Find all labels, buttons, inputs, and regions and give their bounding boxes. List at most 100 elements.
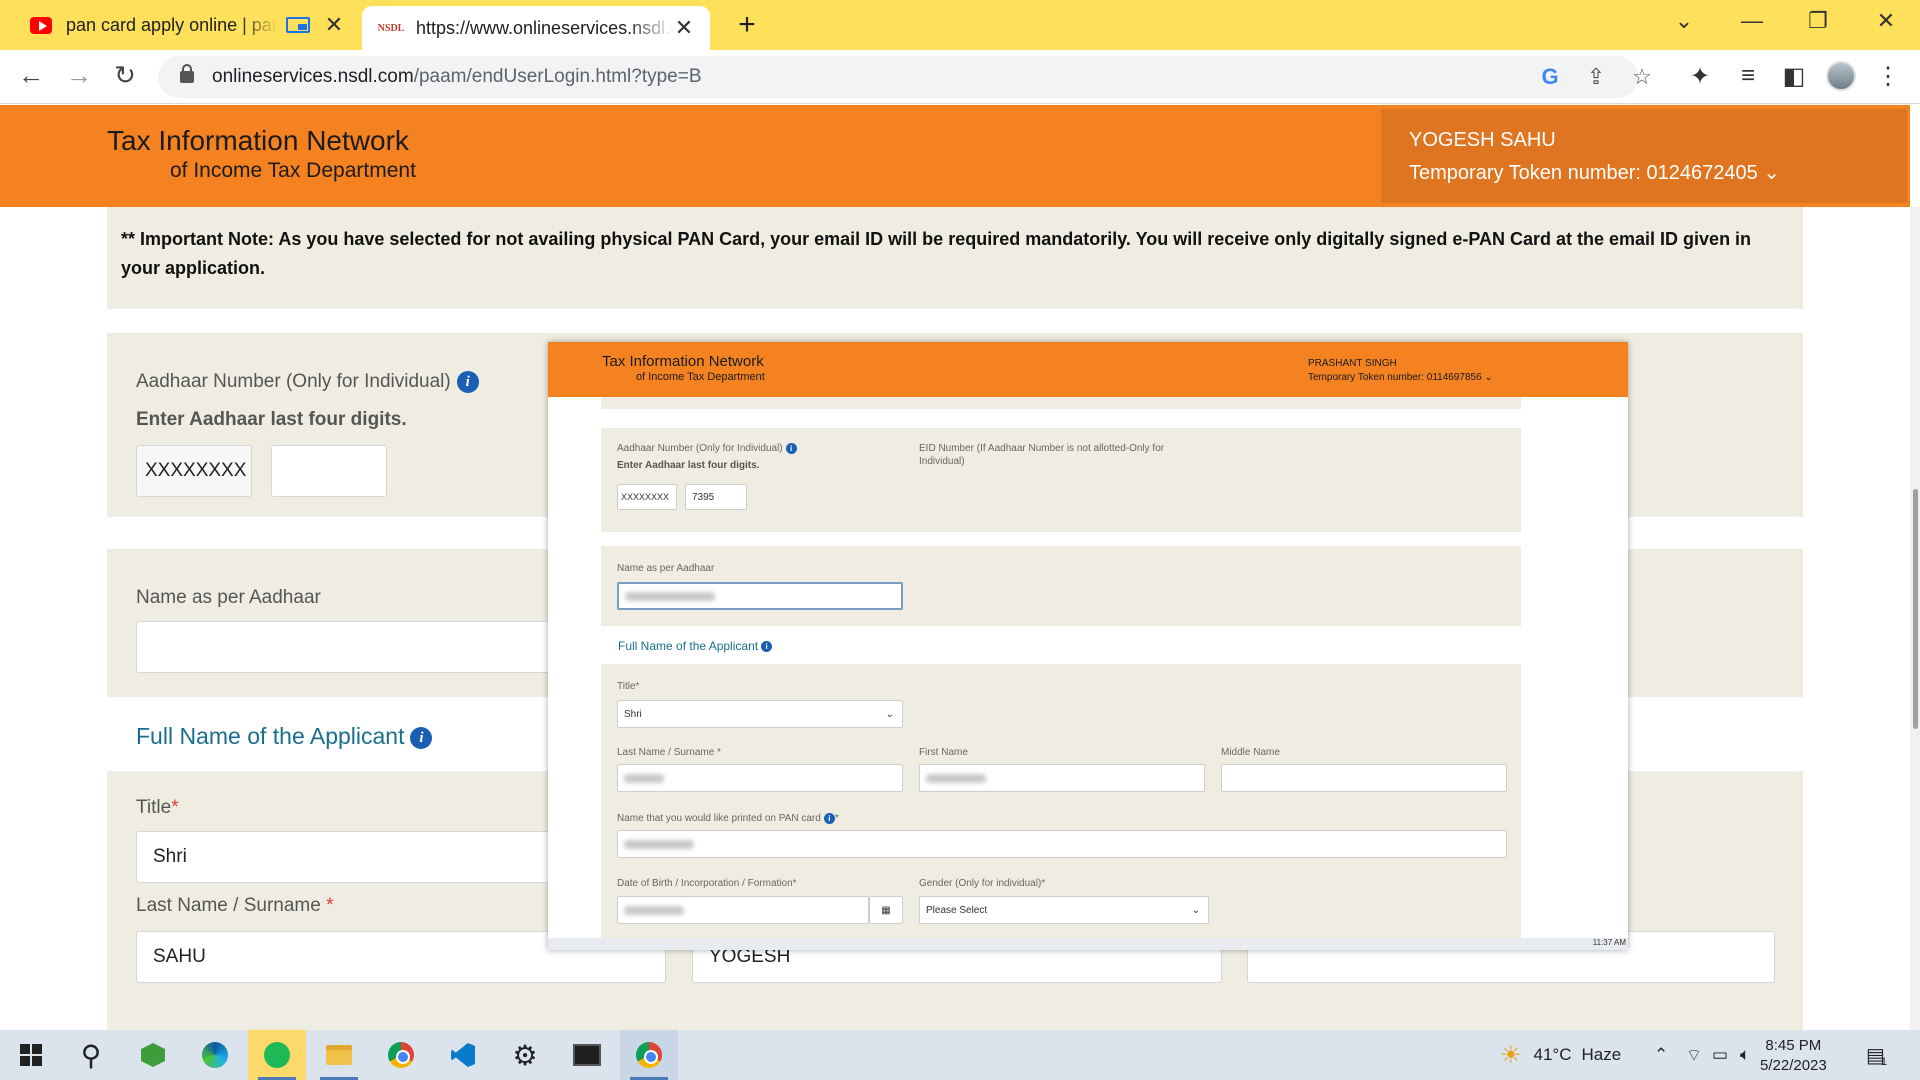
tray-chevron-icon[interactable]: ⌃: [1654, 1030, 1668, 1080]
overlay-dob-input: [617, 896, 869, 924]
chrome-icon[interactable]: [372, 1030, 430, 1080]
user-menu[interactable]: YOGESH SAHU Temporary Token number: 0124…: [1381, 109, 1907, 203]
chrome-profile-icon[interactable]: [620, 1030, 678, 1080]
close-tab-icon[interactable]: ✕: [674, 15, 694, 41]
address-bar[interactable]: onlineservices.nsdl.com/paam/endUserLogi…: [158, 56, 1652, 98]
reload-icon[interactable]: ↻: [108, 60, 142, 91]
search-icon[interactable]: ⚲: [62, 1030, 120, 1080]
profile-avatar[interactable]: [1826, 61, 1856, 91]
media-control-icon[interactable]: ≡: [1732, 62, 1764, 90]
notification-count: 1: [1880, 1056, 1888, 1068]
new-tab-button[interactable]: +: [730, 8, 764, 42]
site-logo-subtitle: of Income Tax Department: [170, 159, 416, 182]
back-icon[interactable]: ←: [14, 60, 48, 91]
overlay-print-name-label: Name that you would like printed on PAN …: [617, 812, 839, 824]
browser-toolbar: ← → ↻ onlineservices.nsdl.com/paam/endUs…: [0, 50, 1920, 104]
youtube-icon: [30, 16, 52, 34]
scroll-thumb[interactable]: [1913, 489, 1918, 729]
token-number[interactable]: Temporary Token number: 0124672405 ⌄: [1409, 160, 1879, 185]
clock-time: 8:45 PM: [1765, 1037, 1822, 1054]
lock-icon[interactable]: [180, 64, 194, 83]
overlay-full-name-title: Full Name of the Applicant i: [618, 639, 773, 653]
overlay-user-name: PRASHANT SINGH: [1308, 358, 1397, 369]
overlay-title-value: Shri: [624, 708, 642, 720]
overlay-last-name-input: [617, 764, 903, 792]
tab-youtube[interactable]: pan card apply online | pan c ✕: [0, 0, 360, 50]
wifi-icon[interactable]: ⌔: [1686, 1030, 1702, 1080]
weather-text: Haze: [1581, 1045, 1622, 1064]
name-aadhaar-label: Name as per Aadhaar: [136, 587, 321, 608]
overlay-aadhaar-hint: Enter Aadhaar last four digits.: [617, 460, 760, 471]
info-icon: i: [785, 442, 797, 454]
overlay-token: Temporary Token number: 0114697856 ⌄: [1308, 372, 1493, 383]
extensions-icon[interactable]: ✦: [1684, 62, 1716, 91]
forward-icon[interactable]: →: [62, 60, 96, 91]
overlay-last-name-label: Last Name / Surname *: [617, 747, 721, 758]
overlay-aadhaar-panel: Aadhaar Number (Only for Individual) i En…: [601, 428, 1521, 532]
url-text[interactable]: onlineservices.nsdl.com/paam/endUserLogi…: [212, 66, 702, 88]
user-name: YOGESH SAHU: [1409, 129, 1556, 151]
aadhaar-masked-field: XXXXXXXX: [136, 445, 252, 497]
weather-temp: 41°C: [1533, 1045, 1572, 1064]
overlay-middle-name-input: [1221, 764, 1507, 792]
chevron-down-icon: ⌄: [1191, 904, 1200, 916]
close-window-icon[interactable]: ✕: [1866, 8, 1906, 34]
tab-title: https://www.onlineservices.nsdl.c: [416, 17, 674, 38]
share-icon[interactable]: ⇪: [1582, 64, 1610, 90]
overlay-gender-label: Gender (Only for individual)*: [919, 878, 1046, 889]
overlay-gender-select: Please Select ⌄: [919, 896, 1209, 924]
important-note: ** Important Note: As you have selected …: [107, 207, 1803, 309]
aadhaar-last4-input[interactable]: [271, 445, 387, 497]
file-explorer-icon[interactable]: [310, 1030, 368, 1080]
overlay-taskbar: 11:37 AM: [548, 938, 1628, 950]
site-header: Tax Information Network of Income Tax De…: [0, 105, 1910, 207]
overlay-first-name-label: First Name: [919, 747, 968, 758]
notifications-icon[interactable]: ▤ 1: [1866, 1030, 1887, 1080]
overlay-aadhaar-last4: 7395: [685, 484, 747, 510]
overlay-name-aadhaar-input: [617, 582, 903, 610]
page-scrollbar[interactable]: [1910, 207, 1920, 1030]
settings-icon[interactable]: ⚙: [496, 1030, 554, 1080]
close-tab-icon[interactable]: ✕: [324, 12, 344, 38]
chevron-down-icon: ⌄: [885, 708, 894, 720]
overlay-full-name-panel: Title* Shri ⌄ Last Name / Surname * First…: [601, 664, 1521, 950]
info-icon: i: [761, 641, 773, 653]
battery-icon[interactable]: ▭: [1712, 1030, 1728, 1080]
calendar-icon: ▦: [869, 896, 903, 924]
edge-icon[interactable]: [186, 1030, 244, 1080]
site-logo-title[interactable]: Tax Information Network: [107, 125, 409, 157]
volume-icon[interactable]: 🔈︎: [1740, 1030, 1750, 1080]
vscode-icon[interactable]: [434, 1030, 492, 1080]
tab-search-icon[interactable]: ⌄: [1664, 8, 1704, 34]
menu-dots-icon[interactable]: ⋮: [1872, 62, 1904, 91]
title-label: Title*: [136, 797, 179, 818]
overlay-note-strip: [601, 397, 1521, 409]
info-icon[interactable]: i: [456, 371, 479, 393]
overlay-clock: 11:37 AM: [1592, 938, 1626, 947]
side-panel-icon[interactable]: ◧: [1778, 62, 1810, 91]
bookmark-star-icon[interactable]: ☆: [1628, 64, 1656, 90]
weather-widget[interactable]: ☀ 41°C Haze: [1500, 1030, 1621, 1080]
overlay-aadhaar-label: Aadhaar Number (Only for Individual) i: [617, 442, 797, 455]
terminal-icon[interactable]: [558, 1030, 616, 1080]
cube-app-icon[interactable]: [124, 1030, 182, 1080]
minimize-icon[interactable]: —: [1732, 8, 1772, 34]
info-icon[interactable]: i: [410, 726, 433, 749]
google-lens-icon[interactable]: G: [1536, 64, 1564, 90]
overlay-logo-title: Tax Information Network: [602, 353, 764, 370]
spotify-icon[interactable]: [248, 1030, 306, 1080]
overlay-title-select: Shri ⌄: [617, 700, 903, 728]
last-name-label: Last Name / Surname *: [136, 895, 334, 916]
overlay-eid-label: EID Number (If Aadhaar Number is not all…: [919, 443, 1165, 467]
tab-title: pan card apply online | pan c: [66, 14, 278, 35]
clock[interactable]: 8:45 PM 5/22/2023: [1760, 1036, 1827, 1076]
restore-icon[interactable]: ❐: [1798, 8, 1838, 34]
aadhaar-label: Aadhaar Number (Only for Individual) i: [136, 371, 479, 393]
overlay-screenshot: Tax Information Network of Income Tax De…: [548, 342, 1628, 950]
info-icon: i: [823, 812, 835, 824]
tab-nsdl[interactable]: NSDL https://www.onlineservices.nsdl.c ✕: [362, 6, 710, 50]
start-icon[interactable]: [2, 1030, 60, 1080]
overlay-dob-label: Date of Birth / Incorporation / Formatio…: [617, 878, 797, 889]
picture-in-picture-icon[interactable]: [286, 17, 310, 33]
overlay-user-info: PRASHANT SINGH Temporary Token number: 0…: [1308, 357, 1493, 385]
